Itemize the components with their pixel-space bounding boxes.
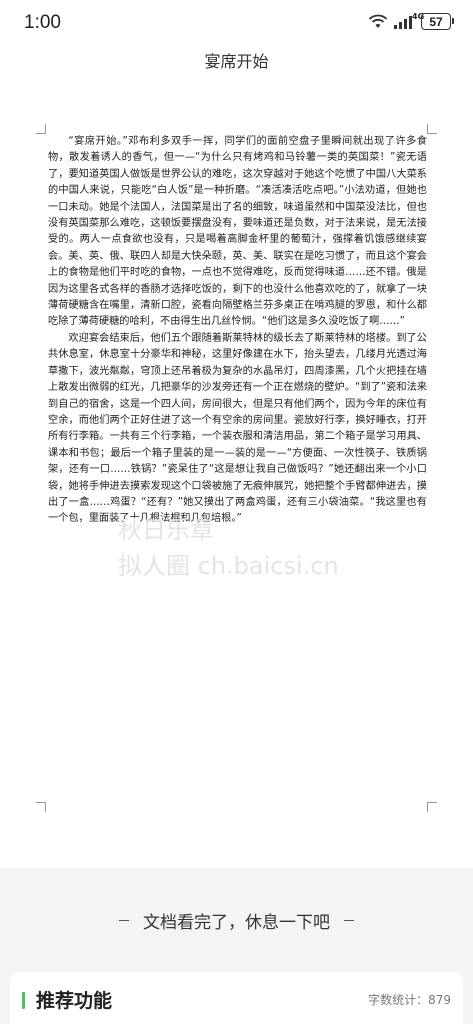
- divider: [344, 920, 354, 921]
- document-title: 宴席开始: [204, 52, 269, 71]
- page-corner-mark: [427, 802, 437, 812]
- status-icons: 4G 57: [368, 12, 454, 30]
- wifi-icon: [368, 14, 388, 30]
- recommend-card[interactable]: 推荐功能 字数统计：879: [10, 972, 463, 1024]
- end-message: 文档看完了，休息一下吧: [143, 913, 330, 933]
- divider: [119, 920, 129, 921]
- status-bar: 1:00 4G 57: [0, 0, 473, 46]
- page-corner-mark: [427, 124, 437, 134]
- recommend-title: 推荐功能: [36, 990, 113, 1012]
- paragraph: 欢迎宴会结束后，他们五个跟随着斯莱特林的级长去了斯莱特林的塔楼。到了公共休息室，…: [48, 332, 427, 525]
- end-of-document-row: 文档看完了，休息一下吧: [0, 908, 473, 933]
- document-body: “宴席开始。”邓布利多双手一挥，同学们的面前空盘子里瞬间就出现了许多食物，散发着…: [48, 134, 427, 528]
- signal-icon: 4G: [392, 12, 424, 30]
- page-corner-mark: [36, 802, 46, 812]
- paragraph: “宴席开始。”邓布利多双手一挥，同学们的面前空盘子里瞬间就出现了许多食物，散发着…: [48, 136, 427, 328]
- word-count: 字数统计：879: [368, 993, 451, 1007]
- page-corner-mark: [36, 124, 46, 134]
- battery-icon: 57: [421, 13, 454, 30]
- accent-bar: [22, 992, 25, 1009]
- bottom-panel: 文档看完了，休息一下吧 推荐功能 字数统计：879: [0, 868, 473, 1024]
- watermark-line: 拟人圈 ch.baicsi.cn: [118, 552, 339, 580]
- battery-level: 57: [429, 14, 443, 29]
- status-time: 1:00: [24, 12, 61, 33]
